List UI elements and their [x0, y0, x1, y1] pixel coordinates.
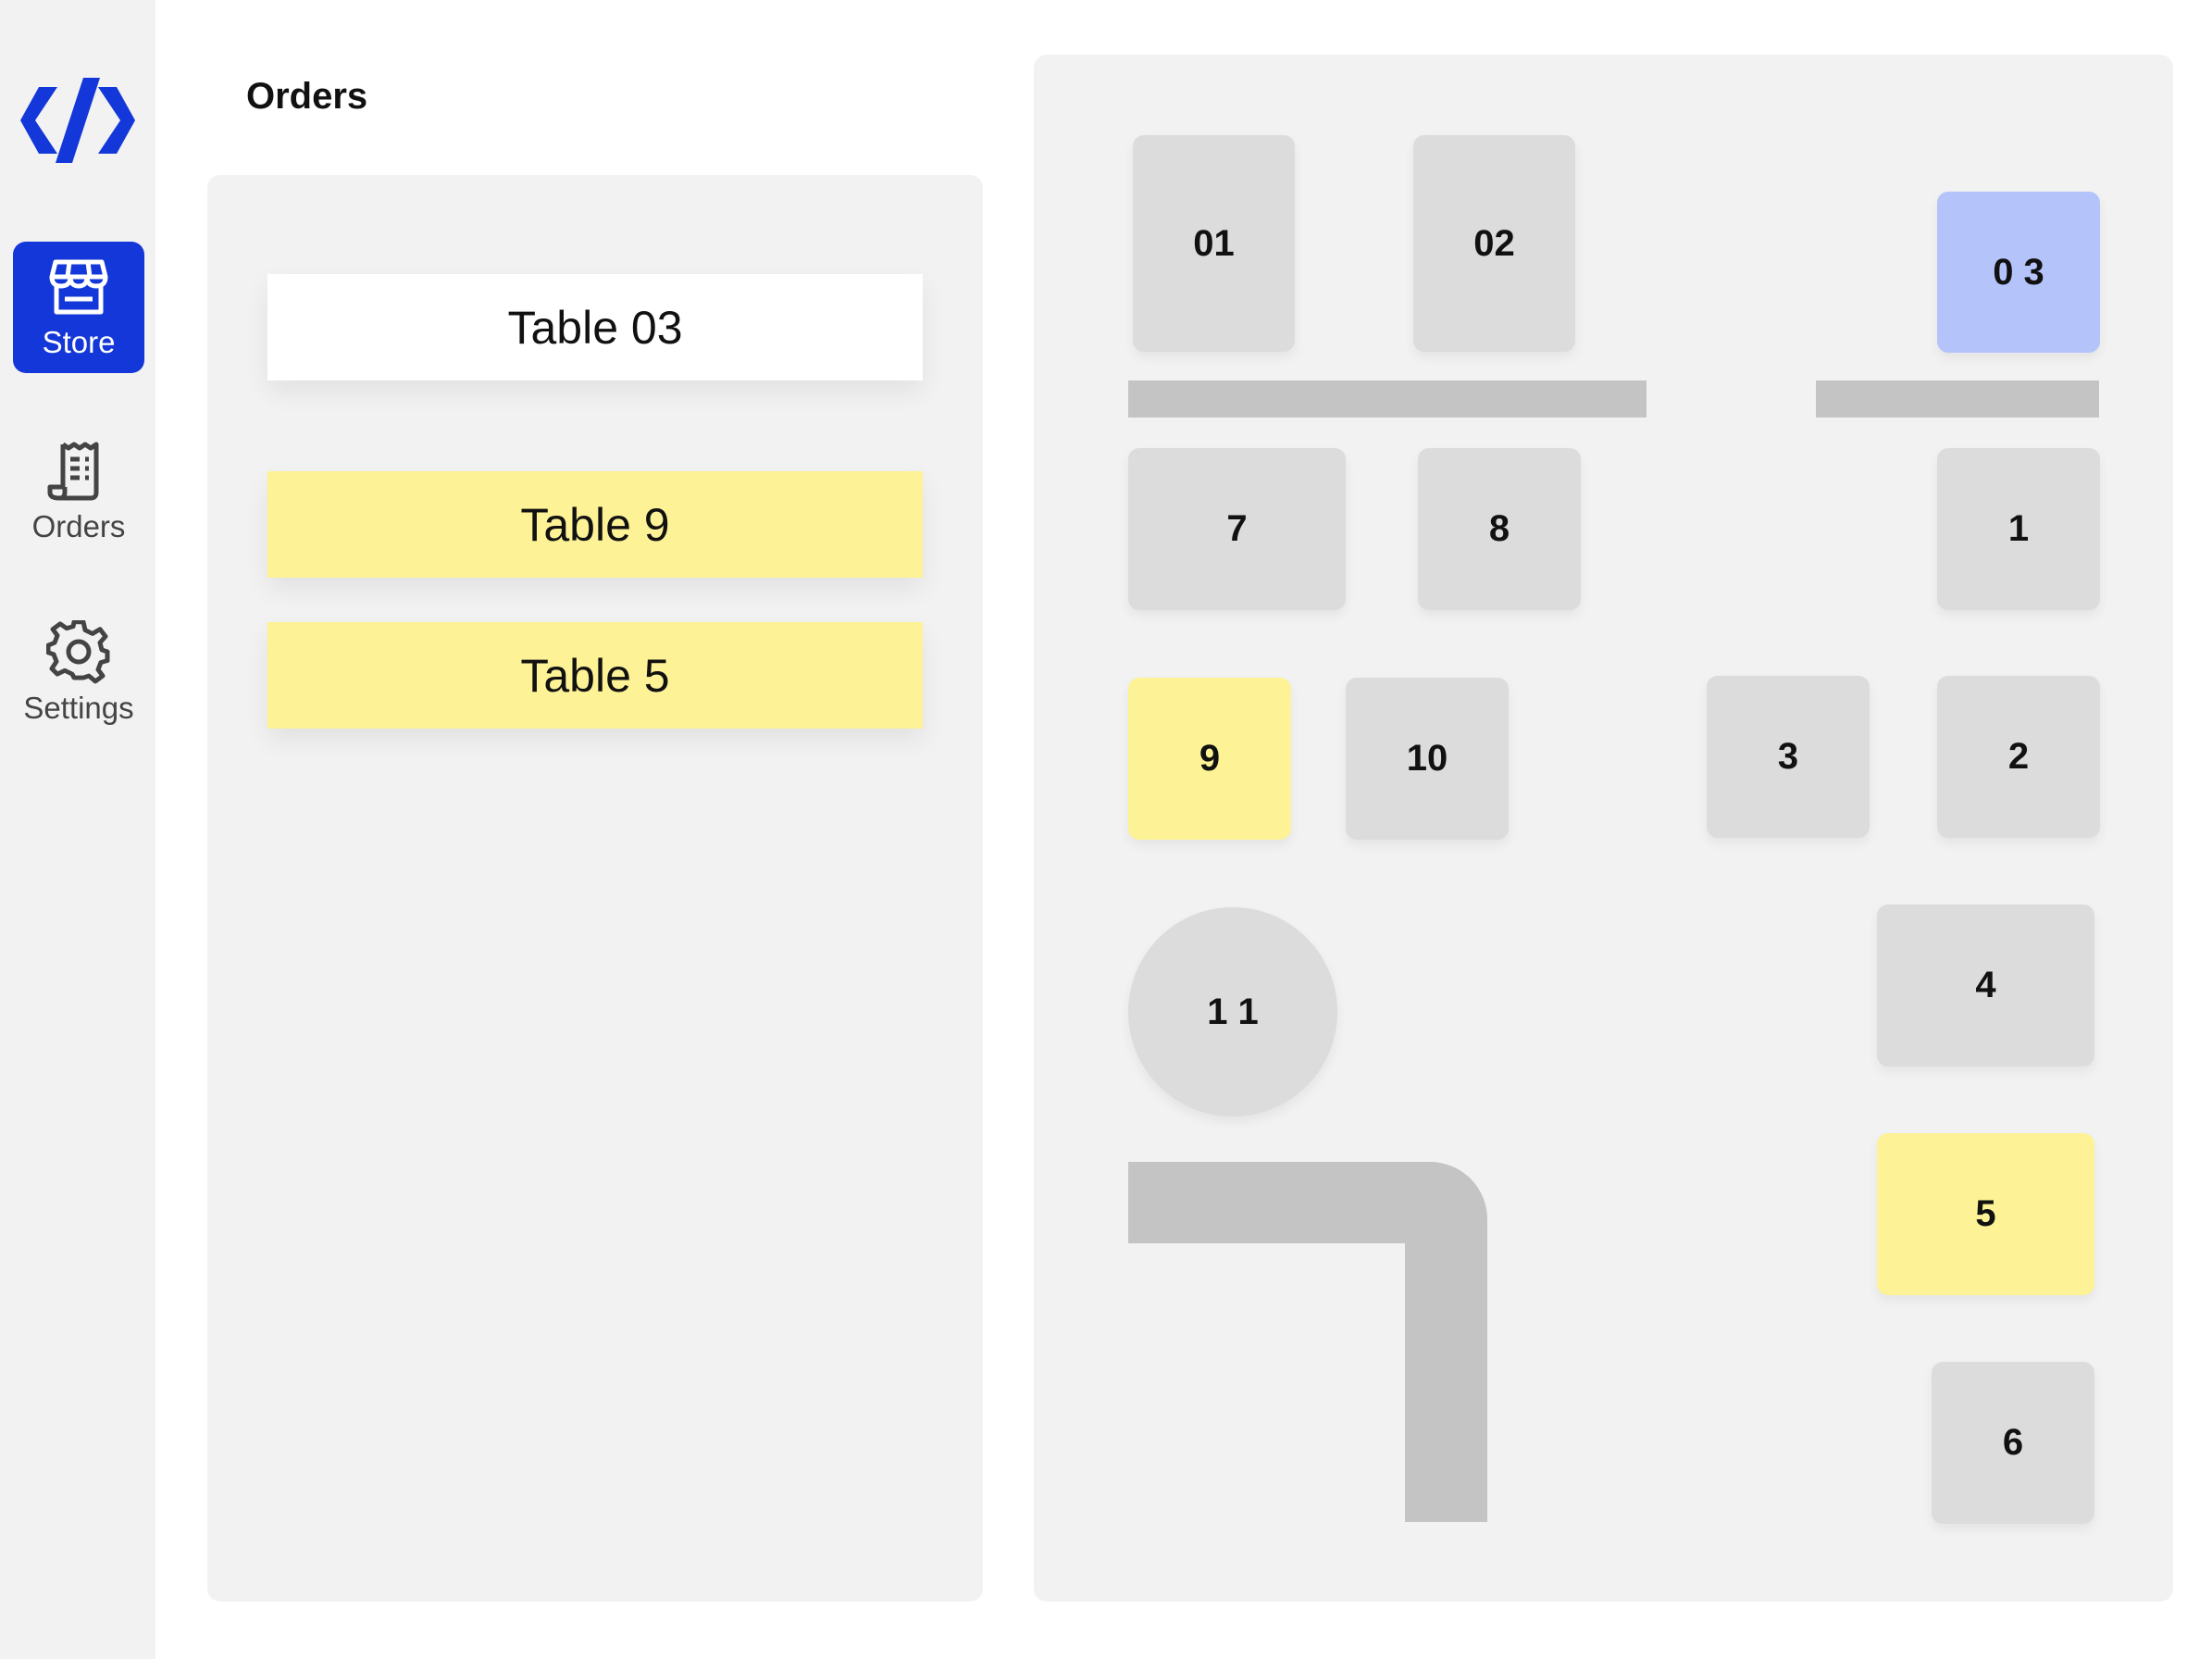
- sidebar-item-settings[interactable]: Settings: [13, 607, 144, 739]
- sidebar-item-label: Orders: [31, 509, 126, 543]
- table-02[interactable]: 02: [1413, 135, 1575, 352]
- table-8[interactable]: 8: [1418, 448, 1581, 610]
- table-5[interactable]: 5: [1877, 1133, 2094, 1295]
- sidebar-item-label: Store: [42, 325, 116, 359]
- sidebar: Store Orders Settings: [0, 0, 155, 1659]
- table-11[interactable]: 1 1: [1128, 907, 1337, 1116]
- gear-icon: [46, 620, 110, 684]
- store-icon: [49, 259, 108, 315]
- table-2[interactable]: 2: [1937, 676, 2100, 838]
- counter-bar: [1816, 380, 2099, 418]
- page-title: Orders: [246, 76, 368, 117]
- table-03[interactable]: 0 3: [1937, 192, 2100, 353]
- order-card-table-5[interactable]: Table 5: [267, 622, 923, 729]
- table-9[interactable]: 9: [1128, 678, 1291, 840]
- table-4[interactable]: 4: [1877, 904, 2094, 1066]
- table-6[interactable]: 6: [1932, 1362, 2094, 1524]
- table-01[interactable]: 01: [1133, 135, 1295, 352]
- floor-map: 01 02 0 3 7 8 1 9 10 3 2 1 1 4 5 6: [1034, 55, 2173, 1602]
- receipt-icon: [47, 442, 99, 501]
- sidebar-item-orders[interactable]: Orders: [13, 426, 144, 557]
- sidebar-item-store[interactable]: Store: [13, 242, 144, 373]
- orders-panel: Table 03 Table 9 Table 5: [207, 175, 983, 1602]
- counter-bar: [1128, 380, 1647, 418]
- table-7[interactable]: 7: [1128, 448, 1346, 610]
- counter-l-shape: [1405, 1230, 1487, 1522]
- table-3[interactable]: 3: [1707, 676, 1870, 838]
- table-1[interactable]: 1: [1937, 448, 2100, 610]
- order-card-table-03[interactable]: Table 03: [267, 274, 923, 380]
- logo-icon[interactable]: [20, 78, 135, 163]
- table-10[interactable]: 10: [1346, 678, 1509, 840]
- sidebar-item-label: Settings: [23, 691, 134, 725]
- order-card-table-9[interactable]: Table 9: [267, 471, 923, 578]
